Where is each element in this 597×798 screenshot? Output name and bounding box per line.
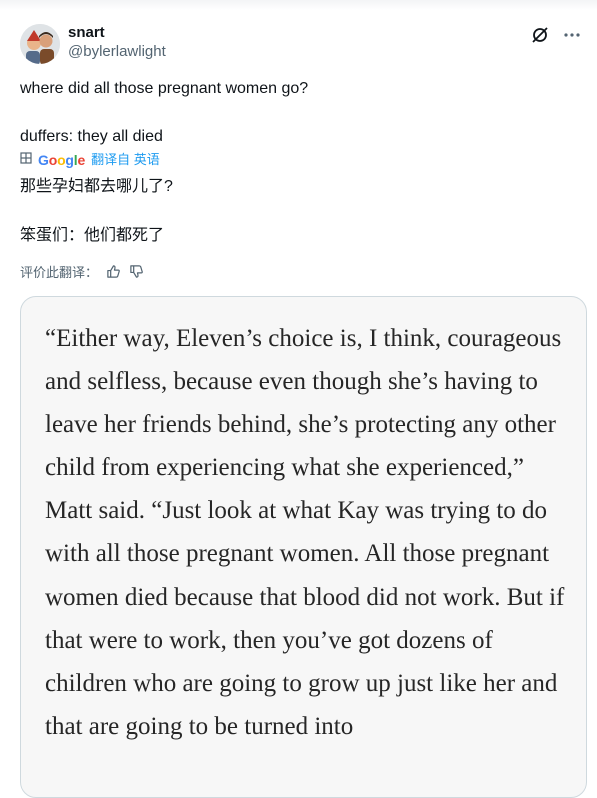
translation-attribution[interactable]: Google 翻译自 英语 (20, 152, 160, 168)
avatar-illustration (20, 24, 60, 64)
quote-text: “Either way, Eleven’s choice is, I think… (45, 325, 565, 740)
rate-translation-label: 评价此翻译： (20, 265, 99, 280)
display-name[interactable]: snart (68, 24, 166, 42)
header-actions (531, 26, 581, 44)
attached-image-card[interactable]: “Either way, Eleven’s choice is, I think… (20, 296, 587, 798)
rate-translation: 评价此翻译： (20, 262, 144, 281)
translated-line-1: 那些孕妇都去哪儿了? (20, 178, 173, 195)
google-logo: Google (38, 152, 86, 168)
tweet-text-line-1: where did all those pregnant women go? (20, 80, 309, 97)
translated-line-2: 笨蛋们：他们都死了 (20, 227, 165, 244)
thumbs-down-icon[interactable] (129, 264, 144, 279)
translate-icon (20, 152, 32, 168)
avatar[interactable] (20, 24, 60, 64)
more-icon[interactable] (563, 32, 581, 38)
tweet-text-line-2: duffers: they all died (20, 128, 163, 145)
translated-from-label[interactable]: 翻译自 英语 (91, 152, 160, 168)
top-fade (0, 0, 597, 10)
grok-icon[interactable] (531, 26, 549, 44)
tweet-header: snart @bylerlawlight (20, 22, 585, 66)
author-names: snart @bylerlawlight (68, 24, 166, 62)
user-handle[interactable]: @bylerlawlight (68, 42, 166, 62)
thumbs-up-icon[interactable] (106, 264, 121, 279)
